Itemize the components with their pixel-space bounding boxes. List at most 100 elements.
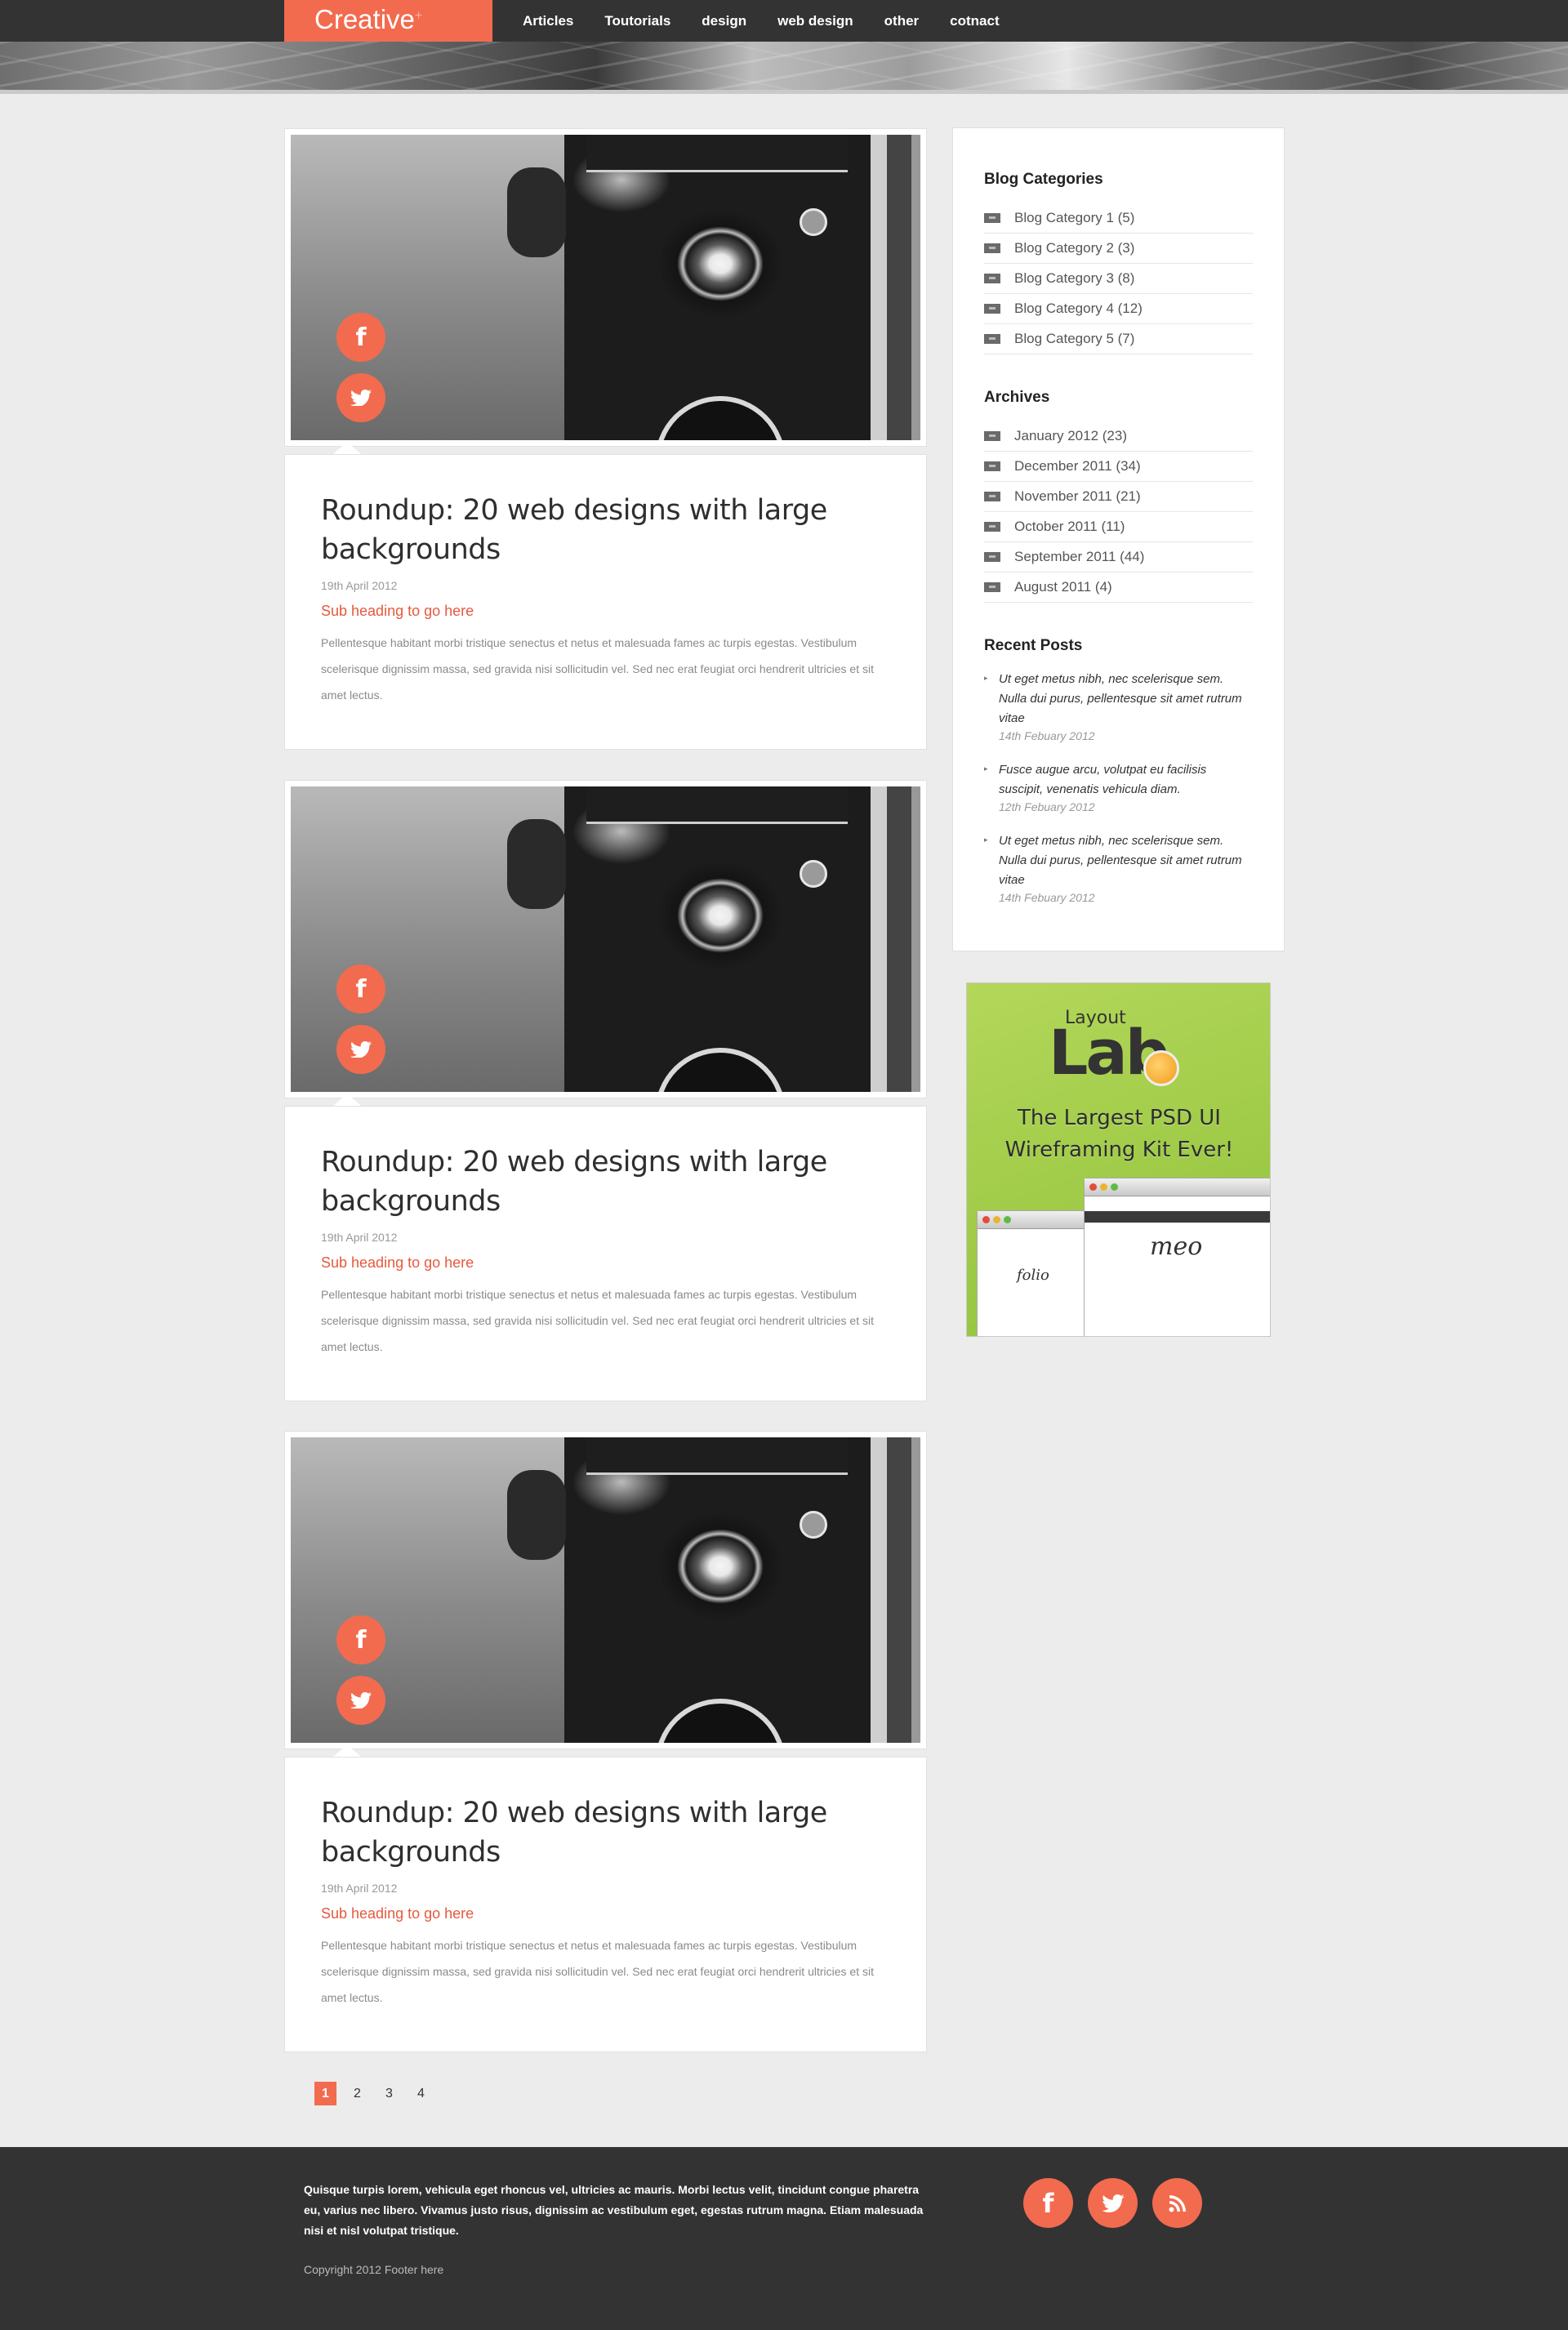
footer-twitter-button[interactable] bbox=[1088, 2178, 1138, 2228]
recent-post-date: 14th Febuary 2012 bbox=[999, 891, 1095, 904]
folder-icon bbox=[984, 274, 1000, 283]
recent-post-text: Ut eget metus nibh, nec scelerisque sem.… bbox=[999, 672, 1242, 725]
post-date: 19th April 2012 bbox=[321, 1231, 398, 1244]
twitter-icon bbox=[350, 1041, 372, 1058]
post-image-card: f bbox=[284, 1431, 927, 1749]
post-text-card: Roundup: 20 web designs with large backg… bbox=[284, 1106, 927, 1401]
archive-label: November 2011 (21) bbox=[1014, 488, 1141, 504]
post-subheading[interactable]: Sub heading to go here bbox=[321, 1905, 890, 1922]
nav-item-articles[interactable]: Articles bbox=[523, 0, 573, 42]
category-label: Blog Category 4 (12) bbox=[1014, 301, 1143, 316]
post-text-card: Roundup: 20 web designs with large backg… bbox=[284, 454, 927, 750]
facebook-icon: f bbox=[355, 323, 367, 352]
folder-icon bbox=[984, 243, 1000, 253]
post-date: 19th April 2012 bbox=[321, 1882, 398, 1895]
post-excerpt: Pellentesque habitant morbi tristique se… bbox=[321, 1288, 874, 1353]
folder-icon bbox=[984, 334, 1000, 344]
recent-post-date: 12th Febuary 2012 bbox=[999, 800, 1095, 813]
card-pointer bbox=[333, 442, 361, 454]
archive-item[interactable]: September 2011 (44) bbox=[984, 542, 1253, 572]
footer: Quisque turpis lorem, vehicula eget rhon… bbox=[0, 2147, 1568, 2330]
category-item[interactable]: Blog Category 2 (3) bbox=[984, 234, 1253, 264]
layoutlab-ad-banner[interactable]: Layout Lab The Largest PSD UI Wireframin… bbox=[966, 982, 1271, 1337]
card-pointer bbox=[333, 1094, 361, 1106]
nav-item-other[interactable]: other bbox=[884, 0, 920, 42]
folder-icon bbox=[984, 431, 1000, 441]
facebook-share-button[interactable]: f bbox=[336, 1615, 385, 1664]
archives-list: January 2012 (23) December 2011 (34) Nov… bbox=[984, 421, 1253, 603]
header-banner-image bbox=[0, 42, 1568, 94]
category-label: Blog Category 3 (8) bbox=[1014, 270, 1135, 286]
post-title[interactable]: Roundup: 20 web designs with large backg… bbox=[321, 491, 844, 569]
archive-label: January 2012 (23) bbox=[1014, 428, 1127, 443]
ad-tagline: The Largest PSD UI Wireframing Kit Ever! bbox=[967, 1103, 1270, 1166]
twitter-share-button[interactable] bbox=[336, 1025, 385, 1074]
bullet-arrow-icon: ▸ bbox=[984, 674, 988, 682]
nav-item-web-design[interactable]: web design bbox=[777, 0, 853, 42]
post-photo[interactable]: f bbox=[291, 135, 920, 440]
page-2-button[interactable]: 2 bbox=[346, 2082, 368, 2105]
recent-post-date: 14th Febuary 2012 bbox=[999, 729, 1095, 742]
post-image-card: f bbox=[284, 128, 927, 447]
category-item[interactable]: Blog Category 3 (8) bbox=[984, 264, 1253, 294]
post-date: 19th April 2012 bbox=[321, 579, 398, 592]
post-title[interactable]: Roundup: 20 web designs with large backg… bbox=[321, 1143, 844, 1221]
post-photo[interactable]: f bbox=[291, 1437, 920, 1743]
recent-post-item[interactable]: ▸ Fusce augue arcu, volutpat eu facilisi… bbox=[984, 760, 1253, 814]
twitter-icon bbox=[1101, 2194, 1125, 2212]
categories-heading: Blog Categories bbox=[984, 171, 1103, 188]
archive-label: December 2011 (34) bbox=[1014, 458, 1141, 474]
footer-copyright: Copyright 2012 Footer here bbox=[304, 2263, 444, 2276]
archive-label: September 2011 (44) bbox=[1014, 549, 1145, 564]
post-image-card: f bbox=[284, 780, 927, 1098]
sidebar: Blog Categories Blog Category 1 (5) Blog… bbox=[952, 127, 1285, 951]
categories-list: Blog Category 1 (5) Blog Category 2 (3) … bbox=[984, 203, 1253, 354]
archive-item[interactable]: December 2011 (34) bbox=[984, 452, 1253, 482]
recent-post-text: Fusce augue arcu, volutpat eu facilisis … bbox=[999, 763, 1207, 796]
flask-icon bbox=[1143, 1050, 1179, 1086]
twitter-share-button[interactable] bbox=[336, 373, 385, 422]
folder-icon bbox=[984, 461, 1000, 471]
post-title[interactable]: Roundup: 20 web designs with large backg… bbox=[321, 1793, 844, 1872]
page-4-button[interactable]: 4 bbox=[410, 2082, 432, 2105]
recent-post-item[interactable]: ▸ Ut eget metus nibh, nec scelerisque se… bbox=[984, 831, 1253, 905]
archive-item[interactable]: November 2011 (21) bbox=[984, 482, 1253, 512]
recent-posts-heading: Recent Posts bbox=[984, 637, 1083, 654]
archive-label: October 2011 (11) bbox=[1014, 519, 1125, 534]
category-item[interactable]: Blog Category 1 (5) bbox=[984, 203, 1253, 234]
top-navigation-bar: Creative+ Articles Toutorials design web… bbox=[0, 0, 1568, 42]
nav-item-design[interactable]: design bbox=[702, 0, 746, 42]
post-subheading[interactable]: Sub heading to go here bbox=[321, 603, 890, 620]
folder-icon bbox=[984, 213, 1000, 223]
category-label: Blog Category 1 (5) bbox=[1014, 210, 1135, 225]
twitter-share-button[interactable] bbox=[336, 1676, 385, 1725]
card-pointer bbox=[333, 1744, 361, 1757]
folder-icon bbox=[984, 304, 1000, 314]
page-1-button[interactable]: 1 bbox=[314, 2082, 336, 2105]
site-logo[interactable]: Creative+ bbox=[284, 0, 492, 42]
nav-item-tutorials[interactable]: Toutorials bbox=[604, 0, 670, 42]
archive-label: August 2011 (4) bbox=[1014, 579, 1112, 595]
footer-facebook-button[interactable]: f bbox=[1023, 2178, 1073, 2228]
archive-item[interactable]: October 2011 (11) bbox=[984, 512, 1253, 542]
ad-browser-window-back: folio bbox=[977, 1210, 1099, 1336]
recent-post-item[interactable]: ▸ Ut eget metus nibh, nec scelerisque se… bbox=[984, 670, 1253, 743]
archive-item[interactable]: January 2012 (23) bbox=[984, 421, 1253, 452]
category-item[interactable]: Blog Category 5 (7) bbox=[984, 324, 1253, 354]
facebook-share-button[interactable]: f bbox=[336, 965, 385, 1014]
ad-tagline-line-2: Wireframing Kit Ever! bbox=[1004, 1138, 1234, 1162]
logo-text: Creative bbox=[314, 4, 415, 34]
footer-rss-button[interactable] bbox=[1152, 2178, 1202, 2228]
ad-tagline-line-1: The Largest PSD UI bbox=[1018, 1106, 1221, 1130]
rss-icon bbox=[1169, 2194, 1186, 2212]
post-photo[interactable]: f bbox=[291, 786, 920, 1092]
facebook-share-button[interactable]: f bbox=[336, 313, 385, 362]
nav-item-contact[interactable]: cotnact bbox=[950, 0, 999, 42]
category-label: Blog Category 2 (3) bbox=[1014, 240, 1135, 256]
bullet-arrow-icon: ▸ bbox=[984, 835, 988, 844]
post-subheading[interactable]: Sub heading to go here bbox=[321, 1254, 890, 1272]
facebook-icon: f bbox=[355, 1625, 367, 1655]
archive-item[interactable]: August 2011 (4) bbox=[984, 572, 1253, 603]
page-3-button[interactable]: 3 bbox=[378, 2082, 400, 2105]
category-item[interactable]: Blog Category 4 (12) bbox=[984, 294, 1253, 324]
